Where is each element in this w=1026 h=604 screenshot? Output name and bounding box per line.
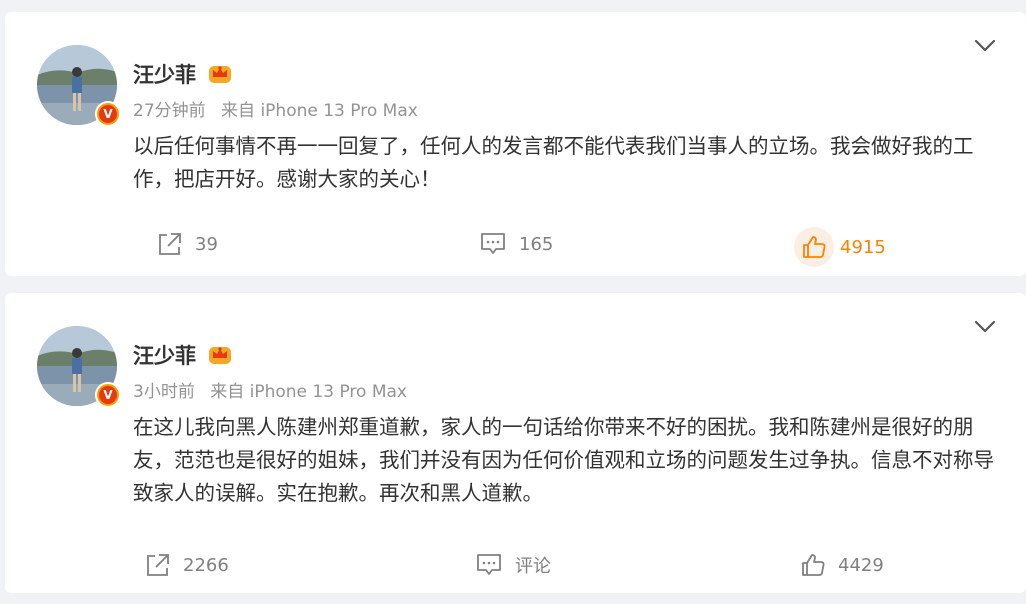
verified-badge: V [95,101,121,127]
post-source: 来自 iPhone 13 Pro Max [221,101,418,121]
post-text: 在这儿我向黑人陈建州郑重道歉，家人的一句话给你带来不好的困扰。我和陈建州是很好的… [133,415,994,505]
comment-count: 165 [519,233,554,255]
thumbs-up-icon [794,227,834,267]
repost-icon [145,552,171,578]
thumbs-up-icon [800,552,826,578]
comment-icon [479,231,507,257]
post-meta: 3小时前 来自 iPhone 13 Pro Max [133,377,407,402]
like-button[interactable]: 4429 [800,552,884,578]
post-meta: 27分钟前 来自 iPhone 13 Pro Max [133,96,418,121]
like-count: 4429 [838,554,884,576]
chevron-down-icon[interactable] [974,319,996,338]
comment-button[interactable]: 评论 [475,552,551,578]
comment-icon [475,552,503,578]
like-count: 4915 [840,236,886,258]
comment-button[interactable]: 165 [479,231,553,257]
verified-badge: V [95,382,121,408]
post-time[interactable]: 3小时前 [133,382,195,402]
crown-icon[interactable] [207,61,233,89]
like-button[interactable]: 4915 [794,227,886,267]
author-name[interactable]: 汪少菲 [133,340,196,370]
crown-icon[interactable] [207,342,233,370]
weibo-post-card: V 汪少菲 3小时前 来自 iPhone 13 Pro Max 在这儿我向黑人陈… [5,293,1026,593]
repost-button[interactable]: 2266 [145,552,229,578]
repost-button[interactable]: 39 [157,231,218,257]
repost-count: 2266 [183,554,229,576]
weibo-post-card: V 汪少菲 27分钟前 来自 iPhone 13 Pro Max 以后任何事情不… [5,12,1026,276]
post-source: 来自 iPhone 13 Pro Max [210,382,407,402]
repost-count: 39 [195,233,218,255]
comment-count: 评论 [515,556,551,577]
author-name[interactable]: 汪少菲 [133,59,196,89]
repost-icon [157,231,183,257]
post-time[interactable]: 27分钟前 [133,101,206,121]
post-text: 以后任何事情不再一一回复了，任何人的发言都不能代表我们当事人的立场。我会做好我的… [133,134,974,191]
chevron-down-icon[interactable] [974,38,996,57]
